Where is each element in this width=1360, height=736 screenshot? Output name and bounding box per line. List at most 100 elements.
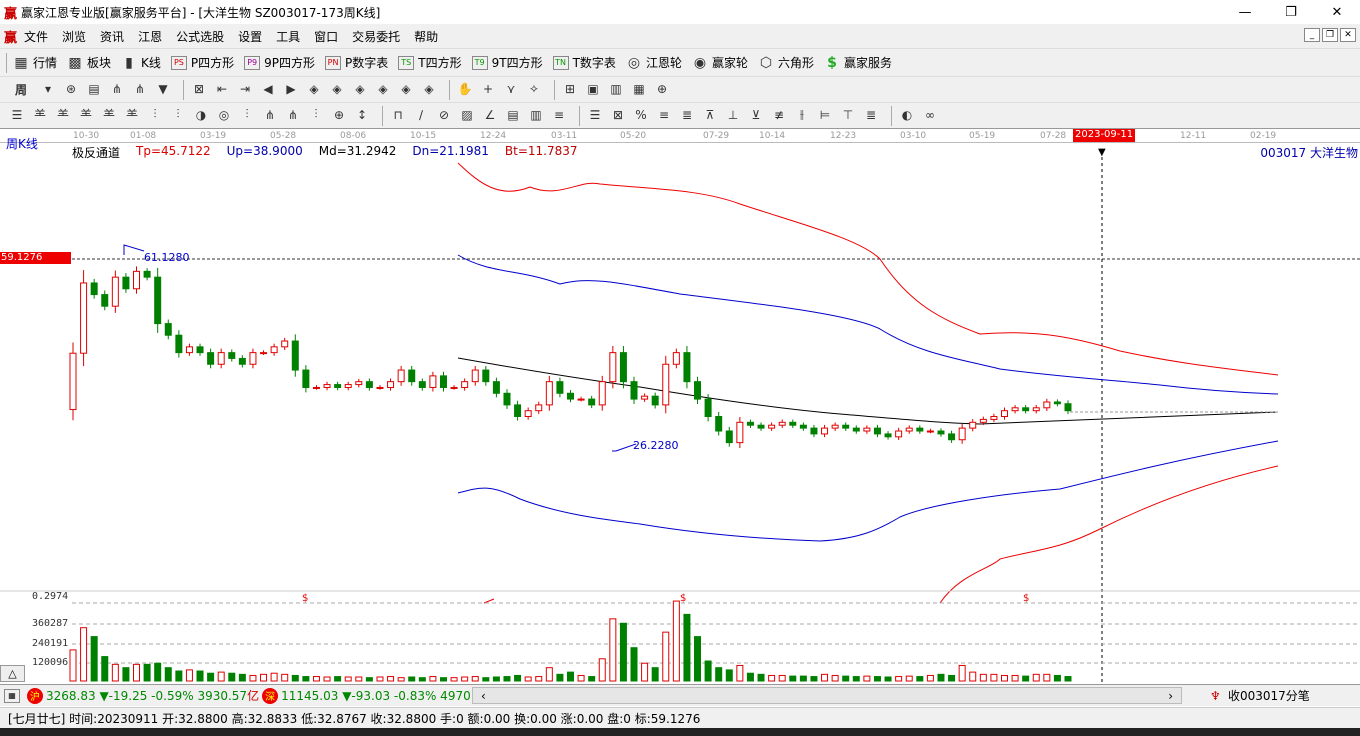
tb3-tool-6-icon[interactable]: ⫶: [146, 106, 164, 124]
tb3-tool-21-icon[interactable]: ∠: [481, 106, 499, 124]
tb3-tool-3-icon[interactable]: ⺷: [77, 106, 95, 124]
tb3-tool-20-icon[interactable]: ▨: [458, 106, 476, 124]
period-select[interactable]: 周: [8, 81, 34, 99]
toolbar-dollar-button[interactable]: $ 赢家服务: [824, 54, 892, 71]
tb3-tool-29-icon[interactable]: ≡: [655, 106, 673, 124]
tb3-tool-1-icon[interactable]: ⺷: [31, 106, 49, 124]
toolbar-target-button[interactable]: ◎ 江恩轮: [626, 54, 682, 71]
menu-news[interactable]: 资讯: [100, 28, 124, 45]
tb2-tool-5-icon[interactable]: ▼: [154, 80, 172, 98]
quote-grid-icon[interactable]: ▦: [4, 688, 20, 703]
scroll-left-button[interactable]: ‹: [481, 689, 486, 703]
tb2-tool-16-icon[interactable]: ◈: [397, 80, 415, 98]
toolbar-ps-button[interactable]: PS P四方形: [170, 54, 234, 71]
horizontal-scrollbar[interactable]: ‹ ›: [472, 687, 1182, 704]
menu-settings[interactable]: 设置: [238, 28, 262, 45]
tb2-tool-1-icon[interactable]: ⊛: [62, 80, 80, 98]
tb3-tool-41-icon[interactable]: ∞: [921, 106, 939, 124]
tb2-tool-13-icon[interactable]: ◈: [328, 80, 346, 98]
tb3-tool-5-icon[interactable]: ⺷: [123, 106, 141, 124]
tb3-tool-32-icon[interactable]: ⊥: [724, 106, 742, 124]
tb3-tool-11-icon[interactable]: ⋔: [261, 106, 279, 124]
tb2-tool-15-icon[interactable]: ◈: [374, 80, 392, 98]
menu-gann[interactable]: 江恩: [138, 28, 162, 45]
toolbar-candles-button[interactable]: ▮ K线: [121, 54, 161, 71]
toolbar-ts-button[interactable]: TS T四方形: [398, 54, 462, 71]
mdi-restore-button[interactable]: ❐: [1322, 28, 1338, 42]
tb2-tool-0-icon[interactable]: ▾: [39, 80, 57, 98]
tb3-tool-18-icon[interactable]: ∕: [412, 106, 430, 124]
tb2-tool-27-icon[interactable]: ▦: [630, 80, 648, 98]
tb2-tool-20-icon[interactable]: +: [479, 80, 497, 98]
tb3-tool-13-icon[interactable]: ⫶: [307, 106, 325, 124]
menu-file[interactable]: 文件: [24, 28, 48, 45]
tb2-tool-25-icon[interactable]: ▣: [584, 80, 602, 98]
tb3-tool-8-icon[interactable]: ◑: [192, 106, 210, 124]
menu-tools[interactable]: 工具: [276, 28, 300, 45]
maximize-button[interactable]: ❐: [1268, 0, 1314, 24]
tb2-tool-3-icon[interactable]: ⋔: [108, 80, 126, 98]
tb2-tool-26-icon[interactable]: ▥: [607, 80, 625, 98]
minimize-button[interactable]: —: [1222, 0, 1268, 24]
tb3-tool-12-icon[interactable]: ⋔: [284, 106, 302, 124]
tb3-tool-7-icon[interactable]: ⫶: [169, 106, 187, 124]
tb2-tool-9-icon[interactable]: ⇥: [236, 80, 254, 98]
toolbar-pn-button[interactable]: PN P数字表: [325, 54, 388, 71]
tb3-tool-34-icon[interactable]: ≢: [770, 106, 788, 124]
tb2-tool-17-icon[interactable]: ◈: [420, 80, 438, 98]
expand-panel-button[interactable]: △: [0, 665, 25, 682]
tb2-tool-12-icon[interactable]: ◈: [305, 80, 323, 98]
toolbar-hexagon-button[interactable]: ⬡ 六角形: [758, 54, 814, 71]
menu-browse[interactable]: 浏览: [62, 28, 86, 45]
tb2-tool-21-icon[interactable]: ⋎: [502, 80, 520, 98]
mdi-close-button[interactable]: ✕: [1340, 28, 1356, 42]
tb2-tool-10-icon[interactable]: ◀: [259, 80, 277, 98]
tb3-tool-19-icon[interactable]: ⊘: [435, 106, 453, 124]
tb3-tool-22-icon[interactable]: ▤: [504, 106, 522, 124]
toolbar-t9-button[interactable]: T9 9T四方形: [471, 54, 543, 71]
tb3-tool-15-icon[interactable]: ↕: [353, 106, 371, 124]
tb3-tool-17-icon[interactable]: ⊓: [389, 106, 407, 124]
tb3-tool-40-icon[interactable]: ◐: [898, 106, 916, 124]
tb3-tool-28-icon[interactable]: %: [632, 106, 650, 124]
tb3-tool-9-icon[interactable]: ◎: [215, 106, 233, 124]
tb3-tool-26-icon[interactable]: ☰: [586, 106, 604, 124]
mdi-minimize-button[interactable]: _: [1304, 28, 1320, 42]
tb3-tool-35-icon[interactable]: ⫲: [793, 106, 811, 124]
toolbar-grid-button[interactable]: ▦ 行情: [13, 54, 57, 71]
tb3-tool-38-icon[interactable]: ≣: [862, 106, 880, 124]
tb3-tool-27-icon[interactable]: ⊠: [609, 106, 627, 124]
toolbar-blocks-button[interactable]: ▩ 板块: [67, 54, 111, 71]
tb3-tool-37-icon[interactable]: ⊤: [839, 106, 857, 124]
tb3-tool-31-icon[interactable]: ⊼: [701, 106, 719, 124]
toolbar-tn-button[interactable]: TN T数字表: [552, 54, 616, 71]
tb3-tool-0-icon[interactable]: ☰: [8, 106, 26, 124]
tb3-tool-14-icon[interactable]: ⊕: [330, 106, 348, 124]
tb3-tool-10-icon[interactable]: ⫶: [238, 106, 256, 124]
tb2-tool-22-icon[interactable]: ⟡: [525, 80, 543, 98]
tb2-tool-14-icon[interactable]: ◈: [351, 80, 369, 98]
tb2-tool-8-icon[interactable]: ⇤: [213, 80, 231, 98]
menu-trade[interactable]: 交易委托: [352, 28, 400, 45]
menu-window[interactable]: 窗口: [314, 28, 338, 45]
scroll-right-button[interactable]: ›: [1168, 689, 1173, 703]
tb3-tool-30-icon[interactable]: ≣: [678, 106, 696, 124]
tb3-tool-4-icon[interactable]: ⺷: [100, 106, 118, 124]
close-button[interactable]: ✕: [1314, 0, 1360, 24]
menu-formula[interactable]: 公式选股: [176, 28, 224, 45]
tb3-tool-33-icon[interactable]: ⊻: [747, 106, 765, 124]
tb2-tool-4-icon[interactable]: ⋔: [131, 80, 149, 98]
tb3-tool-24-icon[interactable]: ≡: [550, 106, 568, 124]
toolbar-p9-button[interactable]: P9 9P四方形: [244, 54, 315, 71]
kline-chart[interactable]: 10-30 01-08 03-19 05-28 08-06 10-15 12-24 03-11…: [0, 128, 1360, 683]
tb2-tool-24-icon[interactable]: ⊞: [561, 80, 579, 98]
tb2-tool-28-icon[interactable]: ⊕: [653, 80, 671, 98]
toolbar-big-wheel-button[interactable]: ◉ 赢家轮: [692, 54, 748, 71]
menu-help[interactable]: 帮助: [414, 28, 438, 45]
tb3-tool-23-icon[interactable]: ▥: [527, 106, 545, 124]
tb3-tool-2-icon[interactable]: ⺷: [54, 106, 72, 124]
tb2-tool-2-icon[interactable]: ▤: [85, 80, 103, 98]
tb2-tool-19-icon[interactable]: ✋: [456, 80, 474, 98]
tb3-tool-36-icon[interactable]: ⊨: [816, 106, 834, 124]
tb2-tool-7-icon[interactable]: ⊠: [190, 80, 208, 98]
